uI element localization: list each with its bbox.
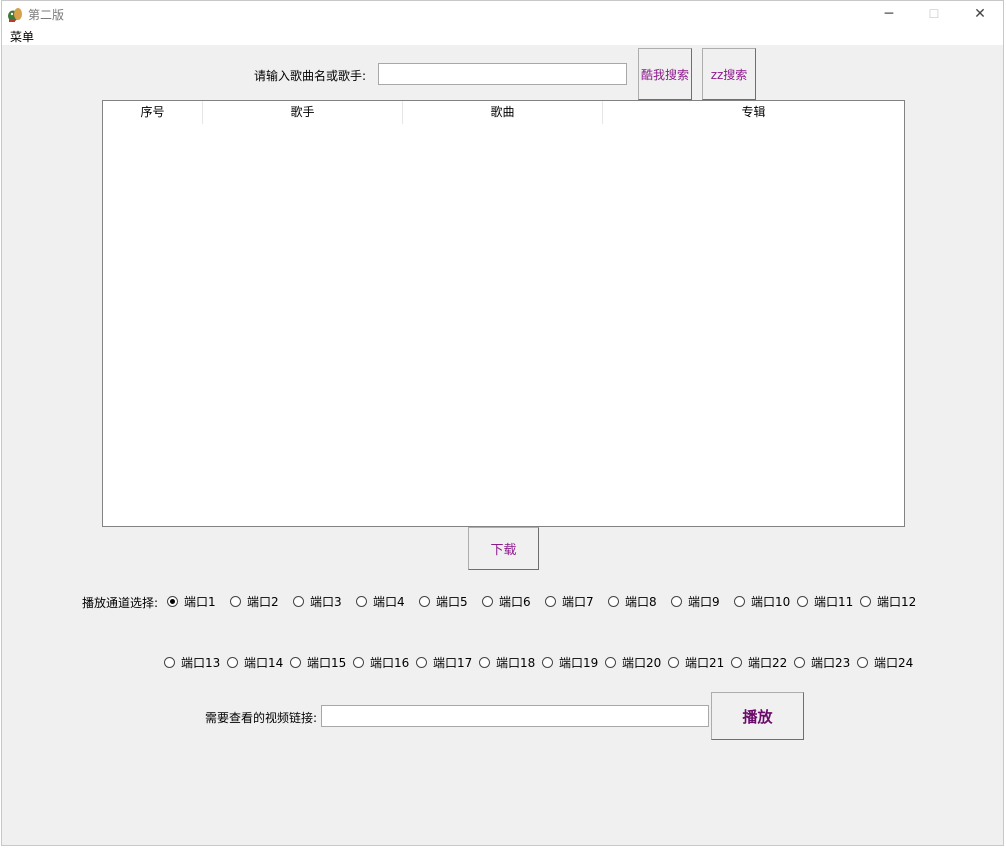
radio-indicator[interactable]	[857, 657, 868, 668]
channel-radio-label: 端口7	[562, 595, 594, 609]
channel-radio-3[interactable]: 端口3	[293, 593, 342, 610]
kuwo-search-button[interactable]: 酷我搜索	[638, 48, 692, 100]
radio-indicator[interactable]	[293, 596, 304, 607]
channel-row-1: 端口1 端口2 端口3 端口4 端口5 端口6 端口7 端口8 端口9 端口10 端口11 端口12	[167, 593, 927, 609]
channel-radio-label: 端口16	[370, 656, 410, 670]
channel-radio-21[interactable]: 端口21	[668, 654, 724, 671]
radio-indicator[interactable]	[605, 657, 616, 668]
channel-radio-label: 端口8	[625, 595, 657, 609]
channel-radio-5[interactable]: 端口5	[419, 593, 468, 610]
radio-indicator[interactable]	[794, 657, 805, 668]
channel-radio-20[interactable]: 端口20	[605, 654, 661, 671]
radio-indicator[interactable]	[671, 596, 682, 607]
channel-radio-label: 端口6	[499, 595, 531, 609]
play-button[interactable]: 播放	[711, 692, 804, 740]
channel-radio-label: 端口3	[310, 595, 342, 609]
channel-radio-label: 端口12	[877, 595, 917, 609]
channel-radio-label: 端口15	[307, 656, 347, 670]
channel-radio-12[interactable]: 端口12	[860, 593, 916, 610]
search-input[interactable]	[378, 63, 627, 85]
app-icon	[8, 8, 22, 22]
channel-radio-label: 端口10	[751, 595, 791, 609]
radio-indicator[interactable]	[230, 596, 241, 607]
channel-radio-1[interactable]: 端口1	[167, 593, 216, 610]
video-link-input[interactable]	[321, 705, 709, 727]
channel-radio-label: 端口2	[247, 595, 279, 609]
column-header-singer[interactable]: 歌手	[203, 101, 403, 124]
radio-indicator[interactable]	[860, 596, 871, 607]
channel-radio-label: 端口24	[874, 656, 914, 670]
channel-radio-11[interactable]: 端口11	[797, 593, 853, 610]
channel-radio-label: 端口21	[685, 656, 725, 670]
radio-indicator[interactable]	[479, 657, 490, 668]
channel-radio-label: 端口23	[811, 656, 851, 670]
download-button[interactable]: 下载	[468, 527, 539, 570]
radio-indicator[interactable]	[353, 657, 364, 668]
radio-indicator[interactable]	[416, 657, 427, 668]
channel-row-2: 端口13 端口14 端口15 端口16 端口17 端口18 端口19 端口20 端口21 端口22…	[164, 654, 924, 670]
channel-radio-18[interactable]: 端口18	[479, 654, 535, 671]
main-window: 第二版 ─ ☐ ✕ 菜单 请输入歌曲名或歌手: 酷我搜索 zz搜索 序号 歌手 …	[1, 0, 1004, 846]
channel-radio-10[interactable]: 端口10	[734, 593, 790, 610]
channel-radio-9[interactable]: 端口9	[671, 593, 720, 610]
channel-radio-label: 端口1	[184, 595, 216, 609]
channel-radio-label: 端口11	[814, 595, 854, 609]
search-label: 请输入歌曲名或歌手:	[254, 69, 367, 83]
channel-radio-4[interactable]: 端口4	[356, 593, 405, 610]
radio-indicator[interactable]	[290, 657, 301, 668]
column-header-index[interactable]: 序号	[103, 101, 203, 124]
minimize-icon[interactable]: ─	[879, 4, 899, 24]
maximize-icon[interactable]: ☐	[924, 4, 944, 24]
channel-radio-label: 端口14	[244, 656, 284, 670]
menu-item[interactable]: 菜单	[10, 28, 34, 45]
radio-indicator[interactable]	[797, 596, 808, 607]
results-table[interactable]: 序号 歌手 歌曲 专辑	[102, 100, 905, 527]
channel-radio-7[interactable]: 端口7	[545, 593, 594, 610]
channel-radio-label: 端口20	[622, 656, 662, 670]
column-header-album[interactable]: 专辑	[603, 101, 904, 124]
channel-radio-6[interactable]: 端口6	[482, 593, 531, 610]
title-bar[interactable]: 第二版 ─ ☐ ✕	[2, 1, 1003, 27]
radio-indicator[interactable]	[668, 657, 679, 668]
radio-indicator[interactable]	[542, 657, 553, 668]
radio-indicator[interactable]	[545, 596, 556, 607]
channel-radio-label: 端口13	[181, 656, 221, 670]
channel-radio-label: 端口9	[688, 595, 720, 609]
radio-indicator[interactable]	[734, 596, 745, 607]
radio-indicator[interactable]	[167, 596, 178, 607]
channel-radio-13[interactable]: 端口13	[164, 654, 220, 671]
channel-radio-24[interactable]: 端口24	[857, 654, 913, 671]
channel-radio-15[interactable]: 端口15	[290, 654, 346, 671]
radio-indicator[interactable]	[227, 657, 238, 668]
channel-radio-23[interactable]: 端口23	[794, 654, 850, 671]
video-link-label: 需要查看的视频链接:	[205, 711, 318, 725]
channel-radio-label: 端口4	[373, 595, 405, 609]
channel-radio-22[interactable]: 端口22	[731, 654, 787, 671]
channel-radio-label: 端口22	[748, 656, 788, 670]
close-icon[interactable]: ✕	[970, 4, 990, 24]
channel-radio-2[interactable]: 端口2	[230, 593, 279, 610]
channel-radio-17[interactable]: 端口17	[416, 654, 472, 671]
channel-radio-label: 端口5	[436, 595, 468, 609]
channel-radio-16[interactable]: 端口16	[353, 654, 409, 671]
channel-radio-8[interactable]: 端口8	[608, 593, 657, 610]
channel-radio-14[interactable]: 端口14	[227, 654, 283, 671]
window-title: 第二版	[28, 8, 65, 22]
channel-label: 播放通道选择:	[82, 596, 159, 610]
channel-radio-19[interactable]: 端口19	[542, 654, 598, 671]
channel-radio-label: 端口19	[559, 656, 599, 670]
radio-indicator[interactable]	[356, 596, 367, 607]
radio-indicator[interactable]	[608, 596, 619, 607]
column-header-song[interactable]: 歌曲	[403, 101, 603, 124]
menu-bar: 菜单	[2, 27, 1003, 45]
radio-indicator[interactable]	[419, 596, 430, 607]
channel-radio-label: 端口18	[496, 656, 536, 670]
zz-search-button[interactable]: zz搜索	[702, 48, 756, 100]
radio-indicator[interactable]	[164, 657, 175, 668]
channel-radio-label: 端口17	[433, 656, 473, 670]
radio-indicator[interactable]	[482, 596, 493, 607]
radio-indicator[interactable]	[731, 657, 742, 668]
